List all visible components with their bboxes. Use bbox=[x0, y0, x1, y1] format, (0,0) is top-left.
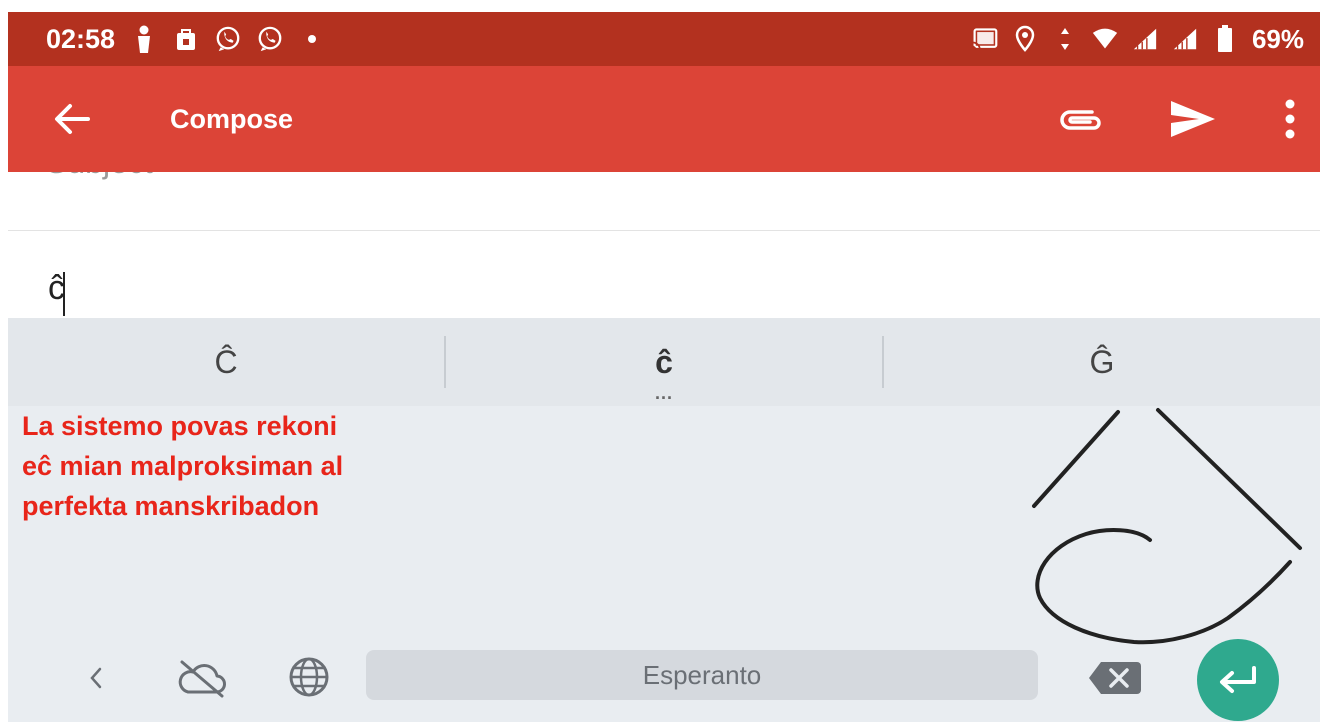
wifi-icon bbox=[1092, 24, 1118, 54]
suggestion-2[interactable]: ĉ ... bbox=[446, 318, 882, 406]
data-arrows-icon bbox=[1052, 24, 1078, 54]
subject-field[interactable]: Subject bbox=[8, 172, 1320, 231]
backspace-icon bbox=[1089, 662, 1141, 694]
more-options-button[interactable] bbox=[1270, 84, 1310, 154]
chevron-left-icon bbox=[90, 667, 102, 689]
cast-icon bbox=[972, 24, 998, 54]
send-button[interactable] bbox=[1158, 84, 1228, 154]
more-vert-icon bbox=[1285, 99, 1295, 139]
app-title: Compose bbox=[170, 103, 294, 134]
suggestion-2-label: ĉ bbox=[655, 343, 673, 380]
send-icon bbox=[1171, 101, 1215, 137]
bag-icon bbox=[173, 24, 199, 54]
suggestion-1[interactable]: Ĉ bbox=[8, 318, 444, 406]
language-button[interactable] bbox=[282, 650, 336, 704]
subject-placeholder: Subject bbox=[46, 172, 153, 181]
attach-button[interactable] bbox=[1046, 84, 1116, 154]
body-field[interactable]: ĉ bbox=[8, 231, 1320, 319]
suggestion-3[interactable]: Ĝ bbox=[884, 318, 1320, 406]
text-cursor bbox=[63, 272, 65, 316]
space-bar[interactable]: Esperanto bbox=[366, 650, 1038, 700]
more-suggestions-indicator: ... bbox=[654, 383, 674, 403]
enter-icon bbox=[1220, 666, 1256, 693]
backspace-button[interactable] bbox=[1086, 654, 1144, 702]
app-bar: Compose bbox=[8, 66, 1320, 172]
battery-percent: 69% bbox=[1251, 23, 1304, 54]
previous-button[interactable] bbox=[76, 656, 116, 700]
keyboard-bottom-row: Esperanto bbox=[8, 639, 1320, 721]
viber-icon bbox=[215, 24, 241, 54]
cloud-off-icon bbox=[178, 660, 226, 698]
signal-icon bbox=[1172, 24, 1198, 54]
viber-icon bbox=[257, 24, 283, 54]
person-icon bbox=[131, 24, 157, 54]
location-icon bbox=[1012, 24, 1038, 54]
suggestion-bar: Ĉ ĉ ... Ĝ bbox=[8, 318, 1320, 406]
cloud-off-button[interactable] bbox=[172, 652, 232, 704]
enter-button[interactable] bbox=[1197, 639, 1279, 721]
status-time: 02:58 bbox=[46, 23, 116, 54]
globe-icon bbox=[289, 657, 329, 697]
status-bar: 02:58 69% bbox=[8, 12, 1320, 66]
battery-icon bbox=[1212, 24, 1238, 54]
arrow-left-icon bbox=[55, 104, 90, 134]
back-button[interactable] bbox=[48, 95, 96, 143]
signal-icon bbox=[1132, 24, 1158, 54]
paperclip-icon bbox=[1060, 110, 1101, 130]
dot-icon bbox=[299, 24, 325, 54]
